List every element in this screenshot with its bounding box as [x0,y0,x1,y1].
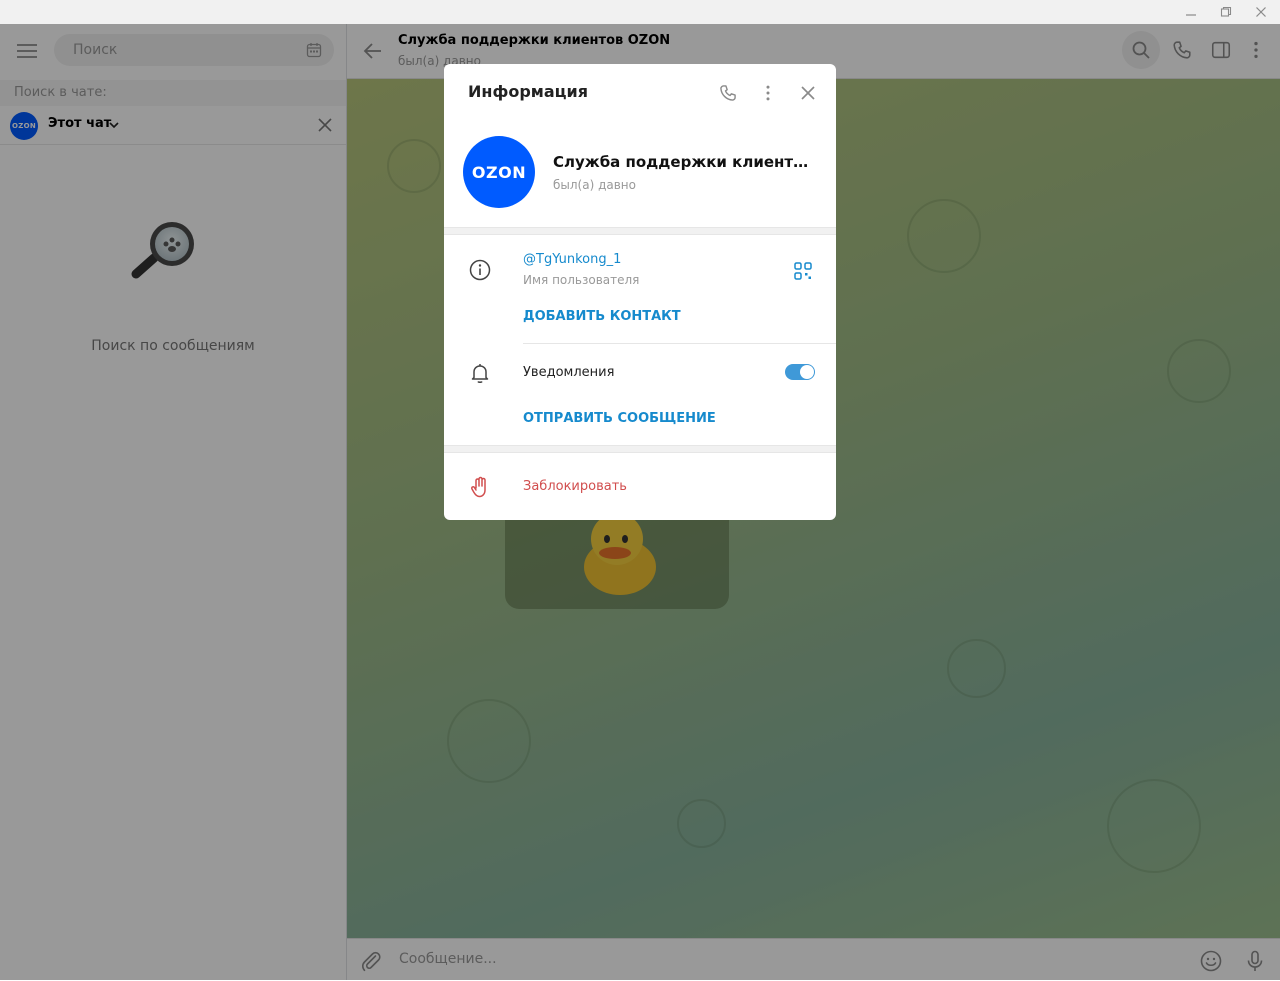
maximize-button[interactable] [1209,0,1243,24]
maximize-icon [1220,6,1232,17]
phone-icon [720,85,736,101]
info-modal: Информация OZON Служба поддержки клиенто… [444,64,836,520]
window-titlebar [0,0,1280,24]
modal-title: Информация [468,82,588,101]
username-label: Имя пользователя [523,273,640,287]
profile-name: Служба поддержки клиентов OZON [553,153,815,171]
username-value[interactable]: @TgYunkong_1 [523,252,621,267]
info-icon [469,259,491,281]
minimize-button[interactable] [1174,0,1208,24]
profile-status: был(а) давно [553,178,636,192]
hand-stop-icon [471,476,486,498]
notifications-label: Уведомления [523,365,615,380]
close-icon [801,86,815,100]
section-separator [444,445,836,453]
more-vertical-icon [766,85,770,101]
minimize-icon [1186,14,1196,16]
modal-more-button[interactable] [756,81,780,105]
qr-code-icon[interactable] [793,261,813,281]
add-contact-button[interactable]: ДОБАВИТЬ КОНТАКТ [523,309,681,324]
notifications-toggle[interactable] [785,364,815,380]
window-close-icon [1256,7,1266,17]
row-divider [523,343,836,344]
send-message-button[interactable]: ОТПРАВИТЬ СООБЩЕНИЕ [523,411,716,426]
bell-icon [471,364,489,383]
toggle-knob [800,365,814,379]
modal-close-button[interactable] [796,81,820,105]
window-close-button[interactable] [1244,0,1278,24]
modal-call-button[interactable] [716,81,740,105]
profile-avatar[interactable]: OZON [463,136,535,208]
section-separator [444,227,836,235]
block-button[interactable]: Заблокировать [523,479,627,494]
